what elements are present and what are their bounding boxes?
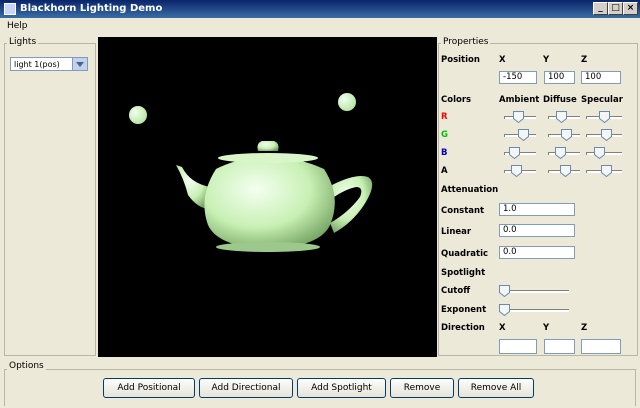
slider-thumb[interactable] [513,111,525,124]
specular-header: Specular [581,95,623,105]
constant-label: Constant [441,206,485,216]
spotlight-label: Spotlight [441,268,486,278]
close-button[interactable]: × [623,2,638,15]
slider-thumb[interactable] [499,285,510,298]
slider-thumb[interactable] [556,111,568,124]
app-icon [4,3,16,15]
slider-thumb[interactable] [559,165,571,178]
position-x-header: X [499,55,506,65]
slider-thumb[interactable] [517,129,529,142]
direction-z-field[interactable] [581,339,621,354]
slider-thumb[interactable] [511,165,523,178]
position-y-header: Y [543,55,550,65]
minimize-button[interactable]: _ [593,2,608,15]
slider-thumb[interactable] [593,147,605,160]
slider-thumb[interactable] [555,147,567,160]
direction-label: Direction [441,323,485,333]
color-r-label: R [441,112,448,122]
maximize-button[interactable]: □ [608,2,623,15]
diffuse-r-slider[interactable] [548,110,580,124]
specular-g-slider[interactable] [586,128,622,142]
teapot-base [216,242,320,252]
slider-thumb[interactable] [598,111,610,124]
linear-label: Linear [441,227,472,237]
color-g-label: G [441,130,448,140]
slider-thumb[interactable] [509,147,521,160]
direction-x-header: X [499,323,506,333]
teapot-lid-knob [257,141,279,151]
light-marker-2[interactable] [338,93,356,111]
quadratic-field[interactable]: 0.0 [499,246,575,259]
light-select-value: light 1(pos) [14,60,60,69]
slider-thumb[interactable] [499,304,510,317]
light-marker-1[interactable] [129,106,147,124]
options-label: Options [7,361,46,371]
specular-a-slider[interactable] [586,164,622,178]
teapot-lid [218,153,318,163]
slider-thumb[interactable] [601,129,612,142]
lights-label: Lights [7,37,39,47]
ambient-r-slider[interactable] [504,110,536,124]
slider-thumb[interactable] [560,129,572,142]
direction-y-header: Y [543,323,550,333]
colors-label: Colors [441,95,472,105]
color-a-label: A [441,166,448,176]
cutoff-label: Cutoff [441,286,471,296]
chevron-down-icon[interactable] [72,58,87,70]
slider-thumb[interactable] [601,165,612,178]
add-positional-button[interactable]: Add Positional [103,378,195,398]
position-x-field[interactable]: -150 [499,71,537,84]
cutoff-slider[interactable] [499,284,569,298]
remove-button[interactable]: Remove [390,378,454,398]
add-spotlight-button[interactable]: Add Spotlight [297,378,386,398]
direction-z-header: Z [581,323,588,333]
exponent-label: Exponent [441,305,487,315]
specular-r-slider[interactable] [586,110,622,124]
ambient-g-slider[interactable] [504,128,536,142]
quadratic-label: Quadratic [441,249,489,259]
position-z-header: Z [581,55,588,65]
linear-field[interactable]: 0.0 [499,224,575,237]
direction-y-field[interactable] [544,339,575,354]
position-label: Position [441,55,480,65]
window-title: Blackhorn Lighting Demo [20,3,163,14]
lights-panel [4,43,96,356]
ambient-b-slider[interactable] [504,146,536,160]
add-directional-button[interactable]: Add Directional [199,378,293,398]
diffuse-a-slider[interactable] [548,164,580,178]
teapot-scene [129,93,373,252]
menu-help[interactable]: Help [7,21,28,31]
remove-all-button[interactable]: Remove All [458,378,534,398]
color-b-label: B [441,148,448,158]
render-viewport[interactable] [98,37,437,357]
direction-x-field[interactable] [499,339,537,354]
position-z-field[interactable]: 100 [581,71,621,84]
properties-label: Properties [441,37,491,47]
menu-bar: Help [0,18,640,34]
diffuse-header: Diffuse [543,95,577,105]
ambient-a-slider[interactable] [504,164,536,178]
diffuse-b-slider[interactable] [548,146,580,160]
position-y-field[interactable]: 100 [544,71,575,84]
exponent-slider[interactable] [499,303,569,317]
ambient-header: Ambient [499,95,540,105]
light-select[interactable]: light 1(pos) [10,57,88,71]
title-bar: Blackhorn Lighting Demo _ □ × [0,0,640,18]
attenuation-label: Attenuation [441,185,499,195]
teapot-handle [330,176,373,233]
teapot-body [204,157,335,249]
constant-field[interactable]: 1.0 [499,203,575,216]
specular-b-slider[interactable] [586,146,622,160]
diffuse-g-slider[interactable] [548,128,580,142]
